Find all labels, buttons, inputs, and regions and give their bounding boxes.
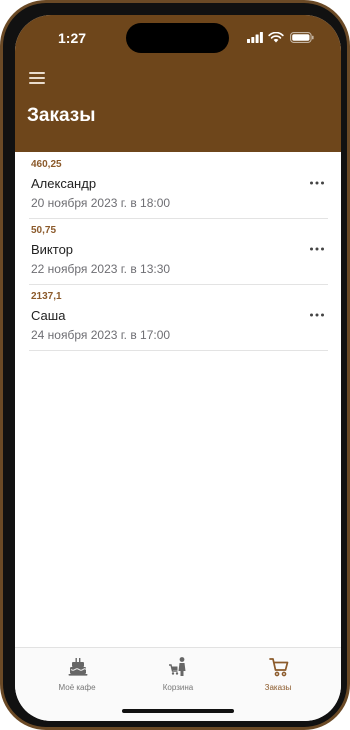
order-date: 22 ноября 2023 г. в 13:30: [31, 262, 171, 276]
tab-label: Моё кафе: [58, 683, 96, 692]
home-indicator[interactable]: [122, 709, 234, 713]
order-customer-name: Виктор: [31, 242, 74, 257]
screen: 1:27 Заказы 460,25 Александр 20 ноября 2…: [15, 15, 341, 721]
order-amount: 50,75: [31, 225, 57, 236]
more-options-icon[interactable]: [308, 308, 326, 322]
cart-icon: [269, 658, 289, 677]
signal-icon: [247, 32, 263, 43]
order-amount: 2137,1: [31, 291, 62, 302]
app-header: 1:27 Заказы: [15, 15, 341, 152]
dynamic-island: [126, 23, 229, 53]
order-amount: 460,25: [31, 159, 62, 170]
tab-label: Корзина: [162, 683, 194, 692]
more-options-icon[interactable]: [308, 242, 326, 256]
status-time: 1:27: [58, 30, 87, 46]
status-icons: [247, 32, 317, 44]
tab-my-cafe[interactable]: Моё кафе: [27, 652, 127, 698]
wifi-icon: [268, 32, 284, 43]
device-frame: 1:27 Заказы 460,25 Александр 20 ноября 2…: [0, 0, 350, 730]
battery-icon: [290, 32, 314, 43]
hamburger-menu-icon[interactable]: [29, 71, 47, 85]
tab-cart[interactable]: Корзина: [128, 652, 228, 698]
tab-orders[interactable]: Заказы: [228, 652, 328, 698]
order-customer-name: Александр: [31, 176, 97, 191]
order-row[interactable]: 460,25 Александр 20 ноября 2023 г. в 18:…: [29, 152, 328, 219]
cake-icon: [68, 658, 88, 676]
tab-label: Заказы: [264, 683, 292, 692]
device-bezel: 1:27 Заказы 460,25 Александр 20 ноября 2…: [3, 3, 347, 727]
order-date: 20 ноября 2023 г. в 18:00: [31, 196, 171, 210]
order-date: 24 ноября 2023 г. в 17:00: [31, 328, 171, 342]
order-customer-name: Саша: [31, 308, 66, 323]
order-row[interactable]: 50,75 Виктор 22 ноября 2023 г. в 13:30: [29, 218, 328, 285]
order-row[interactable]: 2137,1 Саша 24 ноября 2023 г. в 17:00: [29, 284, 328, 351]
status-bar: 1:27: [15, 15, 341, 61]
page-title: Заказы: [27, 105, 96, 126]
person-cart-icon: [169, 657, 186, 676]
more-options-icon[interactable]: [308, 176, 326, 190]
